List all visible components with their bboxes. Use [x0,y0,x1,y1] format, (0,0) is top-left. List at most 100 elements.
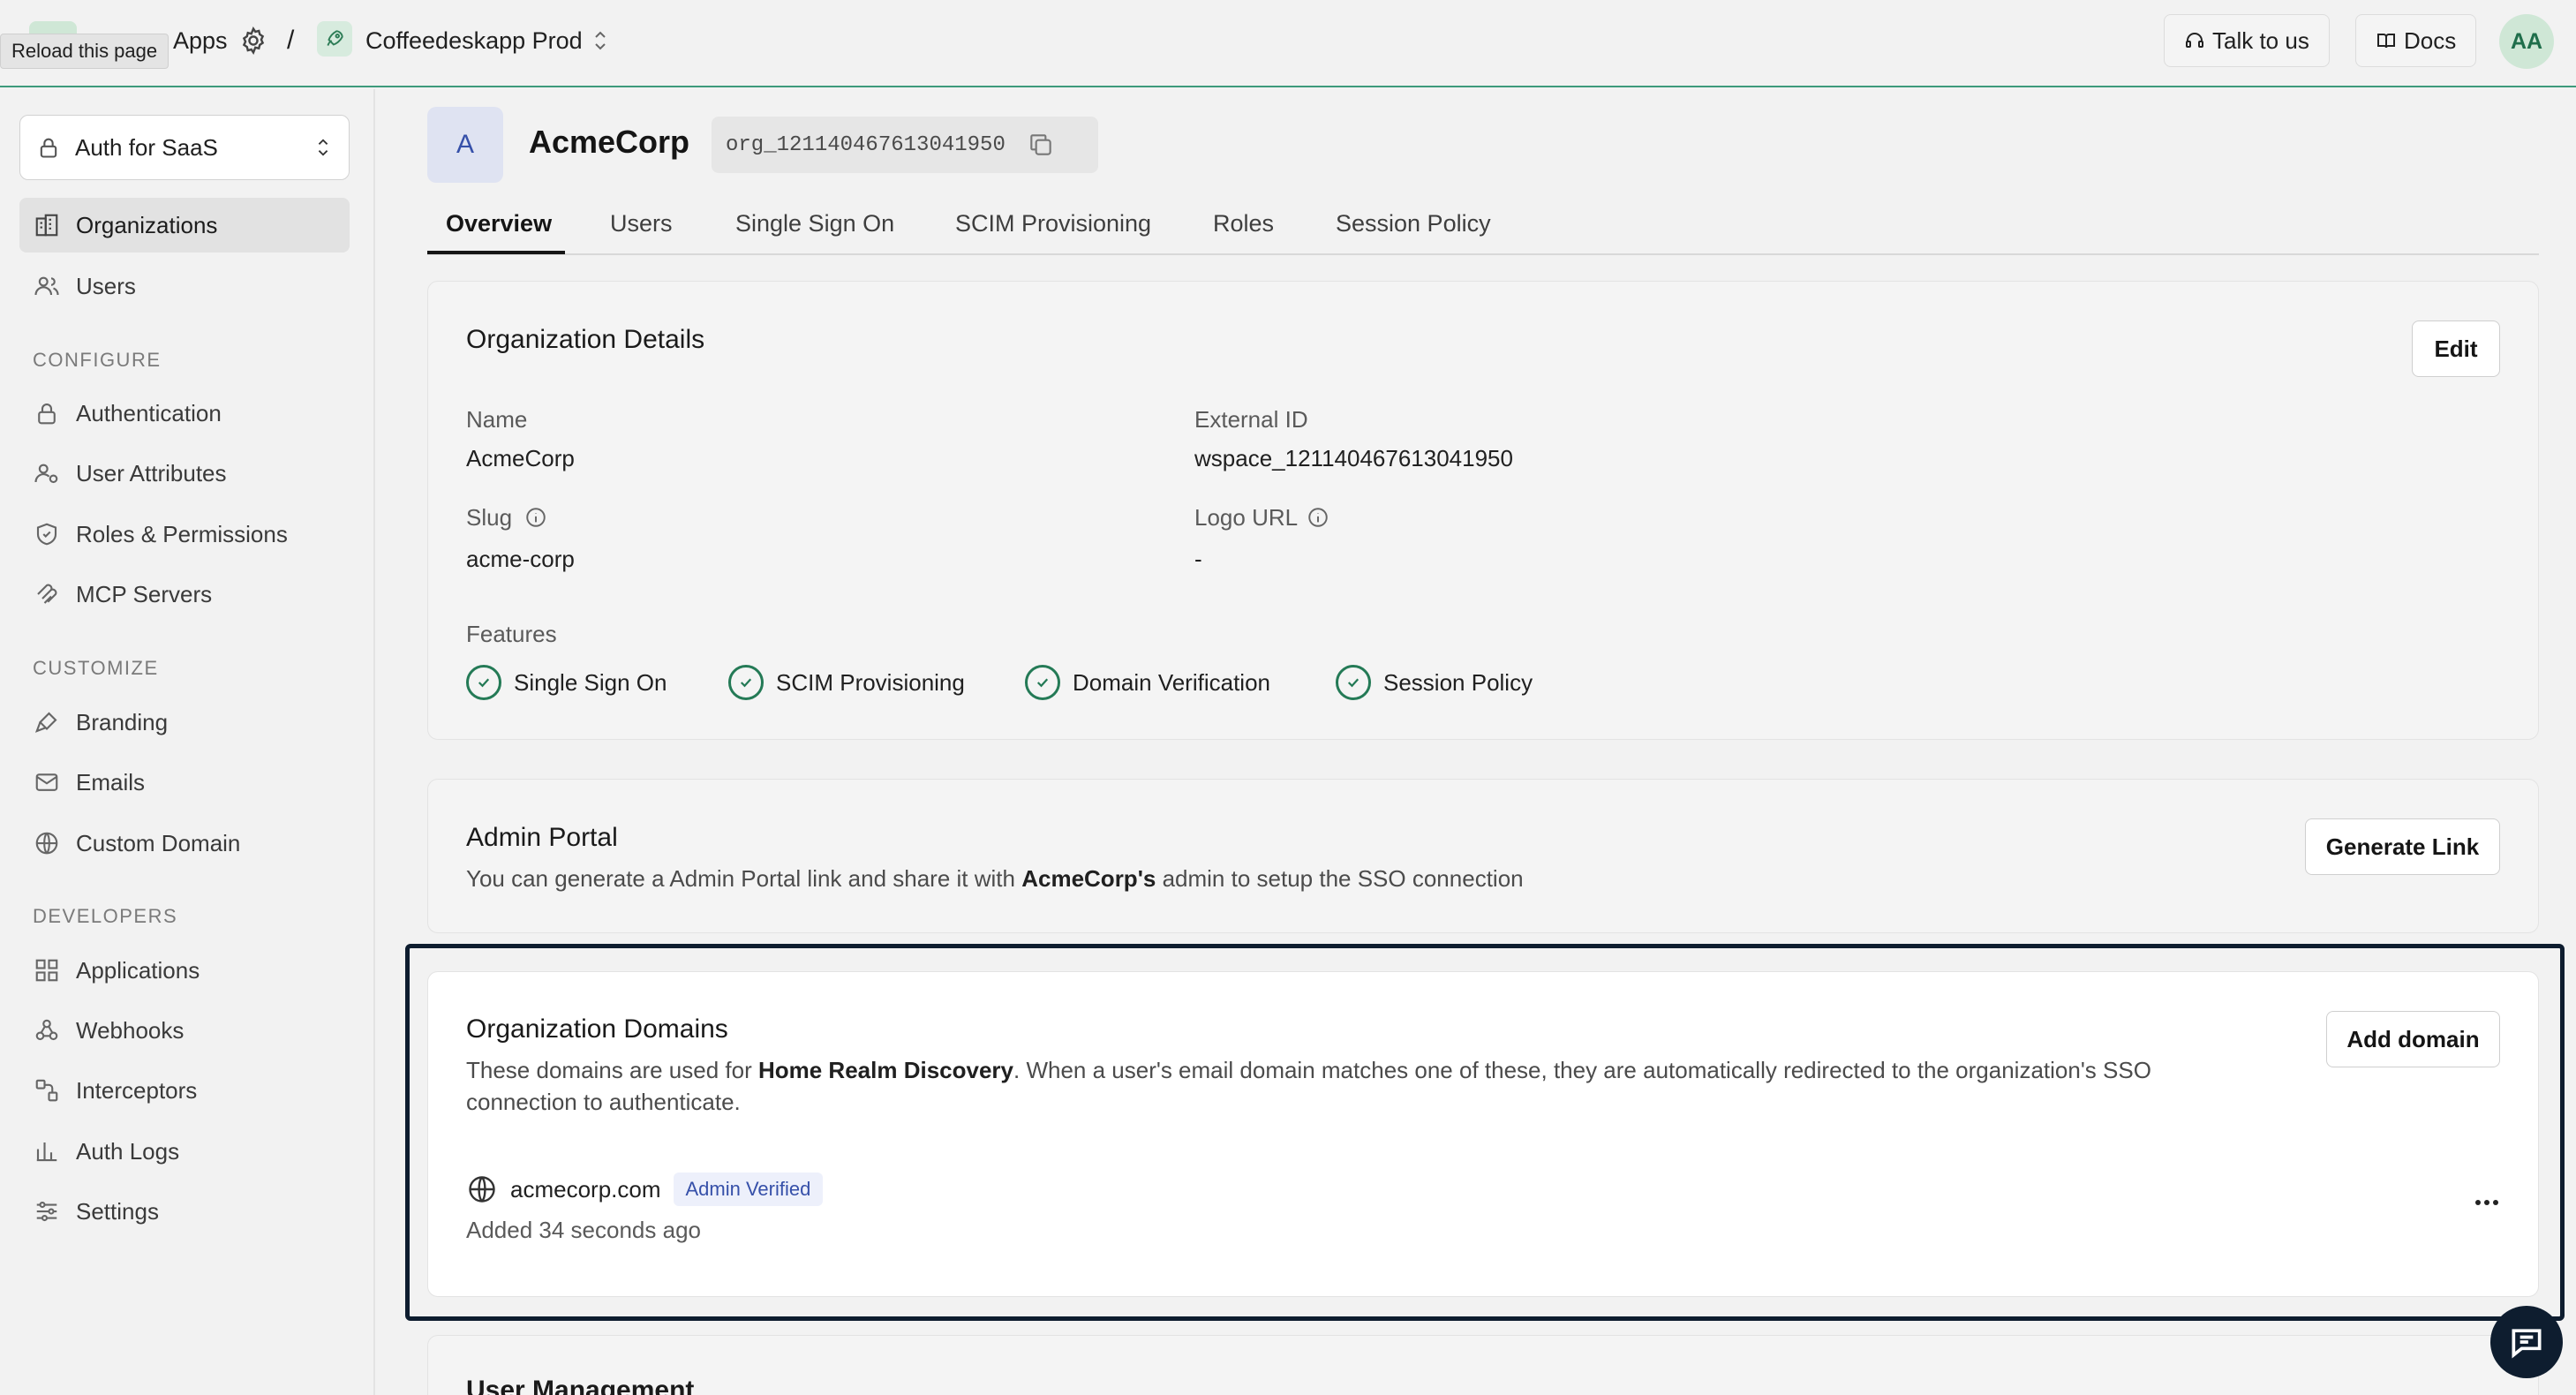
sidebar-item-roles-permissions[interactable]: Roles & Permissions [19,507,350,562]
tab-scim-provisioning[interactable]: SCIM Provisioning [955,210,1151,238]
sliders-icon [36,1201,57,1222]
tab-overview[interactable]: Overview [446,210,552,238]
sidebar-item-label: Roles & Permissions [76,520,288,547]
talk-to-us-label: Talk to us [2212,26,2309,54]
org-id-chip: org_121140467613041950 [712,117,1098,173]
tab-roles[interactable]: Roles [1213,210,1274,238]
sidebar-item-label: Interceptors [76,1076,198,1104]
book-icon [2377,34,2395,49]
tab-single-sign-on[interactable]: Single Sign On [735,210,894,238]
user-attributes-icon [34,464,58,484]
domains-desc-prefix: These domains are used for [466,1057,752,1083]
logo-url-label: Logo URL [1194,504,1299,531]
tab-users[interactable]: Users [610,210,673,238]
chevron-updown-icon [318,139,328,156]
globe-icon [469,1176,495,1203]
chat-button[interactable] [2490,1306,2563,1378]
product-select[interactable]: Auth for SaaS [19,115,350,180]
sidebar-item-organizations[interactable]: Organizations [19,198,350,253]
sidebar-item-interceptors[interactable]: Interceptors [19,1063,350,1118]
grid-icon [35,959,58,982]
status-badge: Admin Verified [673,1173,824,1206]
organization-details-title: Organization Details [466,325,705,354]
page-title: AcmeCorp [529,124,690,160]
external-id-label: External ID [1194,406,1308,433]
domain-name: acmecorp.com [510,1175,661,1203]
lock-icon [40,138,57,158]
users-icon [34,276,59,296]
organization-domains-title: Organization Domains [466,1014,728,1044]
admin-portal-desc-suffix: admin to setup the SSO connection [1162,865,1524,892]
copy-icon[interactable] [1027,131,1055,159]
lock-icon [38,403,56,425]
tab-active-indicator [427,251,565,254]
chart-icon [36,1142,57,1162]
shield-icon [36,523,57,546]
sidebar-item-authentication[interactable]: Authentication [19,386,350,441]
sidebar-item-auth-logs[interactable]: Auth Logs [19,1124,350,1179]
admin-portal-description: You can generate a Admin Portal link and… [466,863,1524,894]
info-icon[interactable] [1307,506,1329,529]
check-circle-icon [466,665,501,700]
mcp-icon [37,584,57,604]
chevron-updown-icon[interactable] [590,28,611,53]
sidebar-item-label: Applications [76,956,200,984]
check-circle-icon [1025,665,1060,700]
sidebar-item-branding[interactable]: Branding [19,695,350,750]
headset-icon [2186,33,2203,48]
breadcrumb-separator: / [287,26,295,55]
sidebar-item-emails[interactable]: Emails [19,755,350,810]
talk-to-us-button[interactable]: Talk to us [2164,14,2330,67]
slug-label: Slug [466,504,513,531]
top-bar: Apps / Coffeedeskapp Prod Talk to us Doc… [0,0,2576,87]
more-options-icon[interactable] [2472,1192,2502,1213]
sidebar-item-webhooks[interactable]: Webhooks [19,1003,350,1058]
feature-label: Session Policy [1383,668,1533,696]
sidebar-item-user-attributes[interactable]: User Attributes [19,446,350,501]
admin-portal-desc-org: AcmeCorp's [1021,865,1156,892]
sidebar-item-label: Custom Domain [76,829,241,856]
docs-button[interactable]: Docs [2355,14,2477,67]
sidebar-item-users[interactable]: Users [19,259,350,313]
name-label: Name [466,406,528,433]
sidebar-item-label: Emails [76,768,146,796]
edit-button[interactable]: Edit [2412,320,2500,377]
sidebar-item-label: User Attributes [76,459,227,486]
sidebar-item-label: Authentication [76,399,222,426]
docs-label: Docs [2404,26,2457,54]
admin-portal-title: Admin Portal [466,823,618,852]
generate-link-button[interactable]: Generate Link [2305,818,2500,875]
sidebar-item-label: Webhooks [76,1016,185,1044]
app-name[interactable]: Apps [173,27,228,55]
logo-url-value: - [1194,546,1202,572]
building-icon [35,214,58,237]
org-avatar: A [427,107,503,183]
interceptor-icon [35,1079,58,1102]
sidebar-item-custom-domain[interactable]: Custom Domain [19,816,350,871]
webhook-icon [35,1019,58,1041]
environment-name[interactable]: Coffeedeskapp Prod [365,27,583,55]
feature-single-sign-on: Single Sign On [466,665,667,700]
name-value: AcmeCorp [466,445,575,471]
domains-desc-line2: connection to authenticate. [466,1089,741,1115]
sidebar-item-mcp-servers[interactable]: MCP Servers [19,567,350,622]
feature-label: Single Sign On [514,668,667,696]
sidebar-item-settings[interactable]: Settings [19,1184,350,1239]
features-label: Features [466,621,557,647]
feature-session-policy: Session Policy [1336,665,1533,700]
add-domain-button[interactable]: Add domain [2326,1011,2500,1067]
feature-scim-provisioning: SCIM Provisioning [728,665,965,700]
sidebar-item-label: Branding [76,708,169,735]
info-icon[interactable] [524,506,547,529]
domains-desc-line1-suffix: . When a user's email domain matches one… [1013,1057,2151,1083]
sidebar-item-label: Users [76,272,136,299]
user-avatar[interactable]: AA [2499,14,2554,69]
sidebar-item-label: MCP Servers [76,580,213,607]
gear-icon[interactable] [238,26,268,56]
check-circle-icon [1336,665,1371,700]
chat-icon [2512,1329,2542,1359]
user-management-card [427,1335,2539,1395]
brush-icon [34,712,57,733]
sidebar-item-applications[interactable]: Applications [19,943,350,998]
tab-session-policy[interactable]: Session Policy [1336,210,1491,238]
